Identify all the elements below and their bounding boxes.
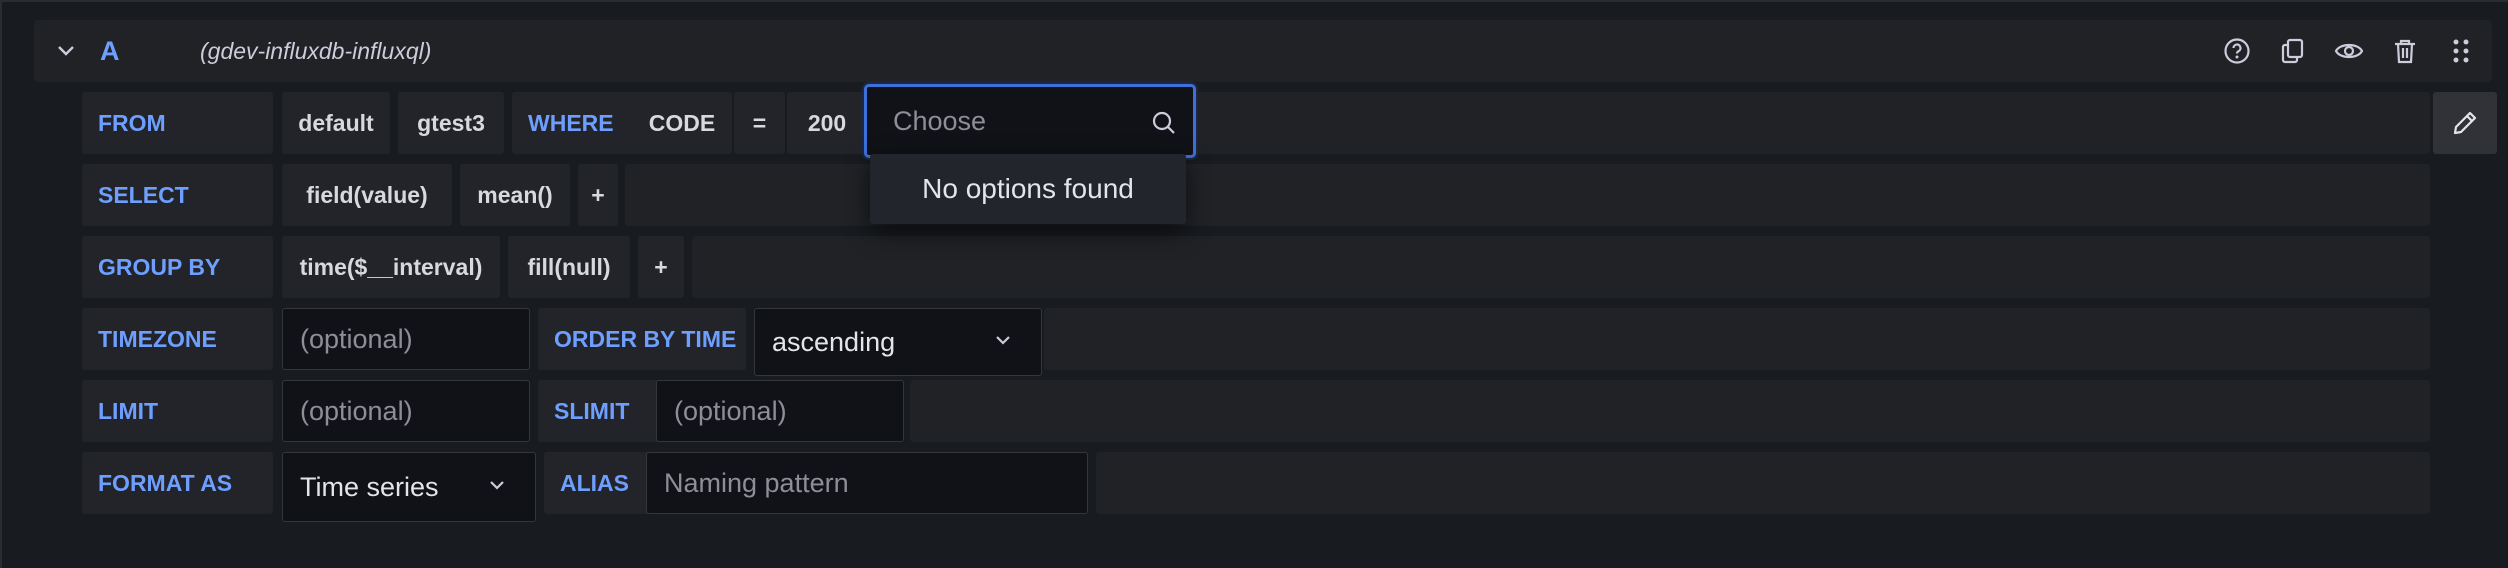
format-select[interactable]: Time series <box>282 452 536 522</box>
order-by-select[interactable]: ascending <box>754 308 1042 376</box>
limit-input[interactable]: (optional) <box>282 380 530 442</box>
duplicate-button[interactable] <box>2272 30 2314 72</box>
tag-value-choose-input[interactable]: Choose <box>864 84 1196 158</box>
retention-policy-segment[interactable]: default <box>282 92 390 154</box>
select-row: SELECT field(value) mean() + <box>82 164 2430 226</box>
timezone-input[interactable]: (optional) <box>282 308 530 370</box>
query-header: A (gdev-influxdb-influxql) <box>34 20 2492 82</box>
duplicate-icon <box>2281 38 2304 64</box>
fill-segment[interactable]: fill(null) <box>508 236 630 298</box>
pencil-icon <box>2453 111 2477 135</box>
limit-row: LIMIT (optional) SLIMIT (optional) <box>82 380 2430 442</box>
format-value: Time series <box>300 471 439 502</box>
help-button[interactable] <box>2216 30 2258 72</box>
eye-icon <box>2334 43 2364 59</box>
from-label: FROM <box>82 92 273 154</box>
help-icon <box>2224 38 2250 64</box>
datasource-name: (gdev-influxdb-influxql) <box>200 38 432 64</box>
timezone-row: TIMEZONE (optional) ORDER BY TIME ascend… <box>82 308 2430 376</box>
drag-handle-icon <box>2453 39 2469 63</box>
query-editor: A (gdev-influxdb-influxql) FROM default … <box>0 0 2508 568</box>
add-select-button[interactable]: + <box>578 164 618 226</box>
slimit-input[interactable]: (optional) <box>656 380 904 442</box>
no-options-message: No options found <box>922 173 1134 204</box>
order-by-time-label: ORDER BY TIME <box>538 308 746 370</box>
options-dropdown: No options found <box>870 154 1186 224</box>
timezone-label: TIMEZONE <box>82 308 273 370</box>
group-time-segment[interactable]: time($__interval) <box>282 236 500 298</box>
collapse-toggle[interactable] <box>48 33 84 69</box>
add-groupby-button[interactable]: + <box>638 236 684 298</box>
toggle-raw-query-button[interactable] <box>2433 92 2497 154</box>
trash-icon <box>2395 39 2415 64</box>
groupby-label: GROUP BY <box>82 236 273 298</box>
measurement-segment[interactable]: gtest3 <box>398 92 504 154</box>
operator-segment[interactable]: = <box>734 92 785 154</box>
query-ref-id[interactable]: A <box>100 33 120 69</box>
chevron-down-icon <box>490 481 504 490</box>
format-row: FORMAT AS Time series ALIAS Naming patte… <box>82 452 2430 522</box>
tag-key-segment[interactable]: CODE <box>632 92 732 154</box>
chevron-down-icon <box>58 46 74 56</box>
from-row: FROM default gtest3 WHERE CODE = 200 <box>82 92 2430 154</box>
search-icon <box>1152 111 1175 134</box>
format-as-label: FORMAT AS <box>82 452 273 514</box>
order-by-value: ascending <box>772 326 896 357</box>
toggle-visibility-button[interactable] <box>2328 30 2370 72</box>
select-label: SELECT <box>82 164 273 226</box>
delete-query-button[interactable] <box>2384 30 2426 72</box>
alias-input[interactable]: Naming pattern <box>646 452 1088 514</box>
limit-label: LIMIT <box>82 380 273 442</box>
aggregation-segment[interactable]: mean() <box>460 164 570 226</box>
drag-handle[interactable] <box>2440 30 2482 72</box>
chevron-down-icon <box>996 336 1010 345</box>
field-segment[interactable]: field(value) <box>282 164 452 226</box>
tag-value-segment[interactable]: 200 <box>787 92 867 154</box>
choose-placeholder: Choose <box>893 106 987 136</box>
groupby-row: GROUP BY time($__interval) fill(null) + <box>82 236 2430 298</box>
